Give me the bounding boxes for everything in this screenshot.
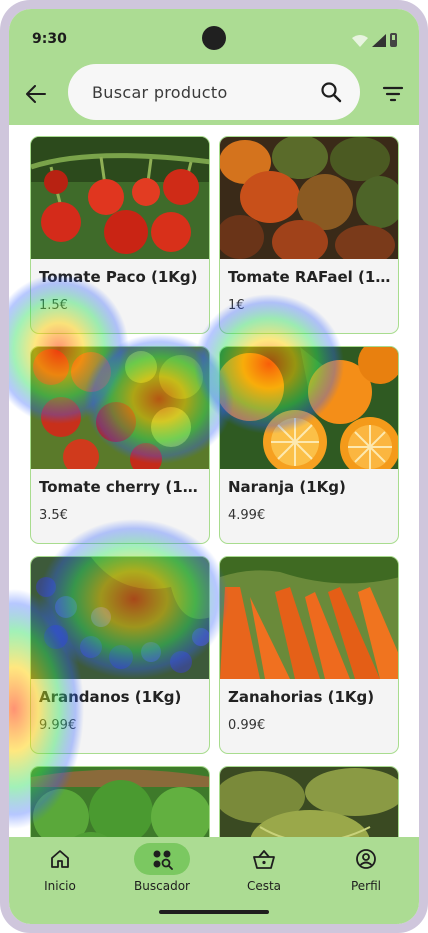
home-icon (51, 850, 69, 868)
product-price: 0.99€ (228, 718, 266, 733)
battery-icon (390, 33, 397, 47)
filter-icon[interactable] (381, 82, 405, 106)
nav-label: Buscador (134, 879, 190, 893)
nav-label: Cesta (246, 879, 282, 893)
search-placeholder: Buscar producto (92, 82, 228, 102)
product-image-oranges (220, 347, 398, 469)
nav-item-buscador[interactable]: Buscador (111, 843, 213, 899)
product-image-carrots (220, 557, 398, 679)
product-card[interactable]: Arandanos (1Kg) 9.99€ (30, 556, 210, 754)
product-image-tomato-vine (31, 137, 209, 259)
nav-pill-active (134, 843, 190, 875)
product-image-raf-tomatoes (220, 137, 398, 259)
nav-pill (236, 843, 292, 875)
device-frame: 9:30 Buscar producto Tomate Paco (1Kg) 1… (0, 0, 428, 933)
product-name: Tomate RAFael (1K... (228, 268, 392, 286)
search-icon[interactable] (320, 81, 342, 103)
profile-icon (356, 849, 376, 869)
product-card[interactable]: Naranja (1Kg) 4.99€ (219, 346, 399, 544)
nav-pill (338, 843, 394, 875)
product-price: 4.99€ (228, 508, 266, 523)
wifi-icon (352, 35, 368, 47)
product-image-blueberries (31, 557, 209, 679)
product-name: Tomate Paco (1Kg) (39, 268, 198, 286)
nav-label: Perfil (350, 879, 382, 893)
bottom-navigation: Inicio Buscador Cesta Perfil (9, 837, 419, 924)
product-grid: Tomate Paco (1Kg) 1.5€ Tomate RAFael (1K… (30, 136, 399, 924)
product-price: 1€ (228, 298, 245, 313)
product-card[interactable]: Tomate RAFael (1K... 1€ (219, 136, 399, 334)
product-price: 3.5€ (39, 508, 68, 523)
nav-item-perfil[interactable]: Perfil (315, 843, 417, 899)
search-grid-icon (153, 850, 173, 870)
front-camera (202, 26, 226, 50)
nav-label: Inicio (44, 879, 76, 893)
back-button[interactable] (23, 81, 49, 107)
product-card[interactable]: Zanahorias (1Kg) 0.99€ (219, 556, 399, 754)
product-name: Tomate cherry (1K... (39, 478, 203, 496)
product-name: Arandanos (1Kg) (39, 688, 182, 706)
nav-item-inicio[interactable]: Inicio (9, 843, 111, 899)
search-input[interactable]: Buscar producto (68, 64, 360, 120)
product-name: Zanahorias (1Kg) (228, 688, 375, 706)
product-name: Naranja (1Kg) (228, 478, 346, 496)
signal-icon (372, 34, 386, 47)
screen: 9:30 Buscar producto Tomate Paco (1Kg) 1… (9, 9, 419, 924)
product-card[interactable]: Tomate Paco (1Kg) 1.5€ (30, 136, 210, 334)
status-time: 9:30 (32, 31, 67, 47)
basket-icon (253, 850, 275, 869)
product-price: 9.99€ (39, 718, 77, 733)
nav-item-cesta[interactable]: Cesta (213, 843, 315, 899)
home-indicator[interactable] (159, 910, 269, 914)
status-icons (352, 33, 397, 47)
top-app-bar: 9:30 Buscar producto (9, 9, 419, 125)
arrow-left-icon (26, 85, 46, 103)
product-card[interactable]: Tomate cherry (1K... 3.5€ (30, 346, 210, 544)
product-price: 1.5€ (39, 298, 68, 313)
product-image-cherry-tomatoes (31, 347, 209, 469)
nav-pill (32, 843, 88, 875)
